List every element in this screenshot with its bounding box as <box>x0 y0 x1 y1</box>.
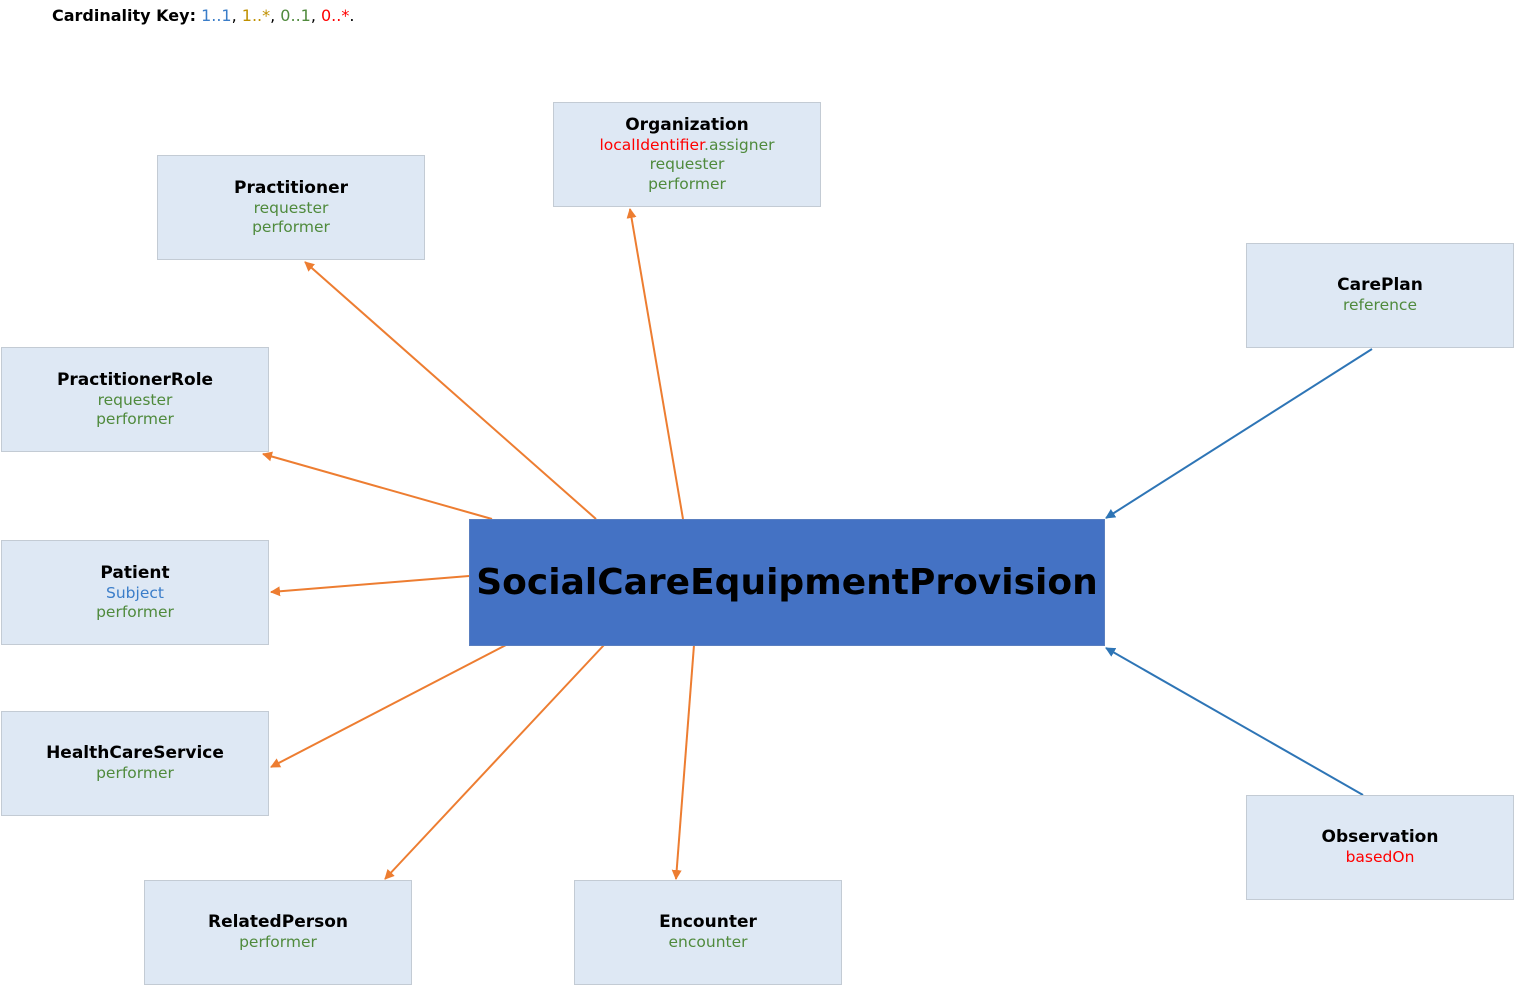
reference-element: requester <box>649 155 725 174</box>
resource-title: HealthCareService <box>46 743 224 764</box>
resource-box-observation[interactable]: Observation basedOn <box>1246 795 1514 900</box>
reference-line: performer <box>239 933 317 953</box>
reference-element: performer <box>648 174 726 193</box>
reference-element: basedOn <box>1345 848 1415 867</box>
reference-element: requester <box>253 198 329 217</box>
reference-element: performer <box>252 218 330 236</box>
resource-title: Patient <box>100 562 170 583</box>
arrow-to-patient <box>270 575 470 597</box>
resource-title: RelatedPerson <box>207 912 349 933</box>
arrow-to-practitionerrole <box>262 451 493 520</box>
reference-element: performer <box>96 603 174 621</box>
resource-box-practitioner[interactable]: Practitioner requester performer <box>157 155 425 260</box>
main-resource-box[interactable]: SocialCareEquipmentProvision <box>469 519 1105 646</box>
resource-box-patient[interactable]: Patient Subject performer <box>1 540 269 645</box>
resource-box-practitionerrole[interactable]: PractitionerRole requester performer <box>1 347 269 452</box>
reference-element: localIdentifier <box>599 135 705 154</box>
arrow-to-healthcareservice <box>270 644 507 768</box>
resource-box-healthcareservice[interactable]: HealthCareService performer <box>1 711 269 816</box>
reference-line: basedOn <box>1346 848 1415 868</box>
reference-line: performer <box>96 764 174 784</box>
arrow-to-practitioner <box>304 261 597 520</box>
resource-box-careplan[interactable]: CarePlan reference <box>1246 243 1514 348</box>
reference-line: requester <box>98 391 173 411</box>
reference-element: Subject <box>106 583 164 602</box>
reference-element: performer <box>96 410 174 428</box>
resource-box-encounter[interactable]: Encounter encounter <box>574 880 842 985</box>
reference-element: reference <box>1342 296 1417 315</box>
resource-title: PractitionerRole <box>56 369 214 390</box>
reference-line: encounter <box>669 933 748 953</box>
reference-element: .assigner <box>704 135 775 154</box>
reference-line: performer <box>96 603 174 623</box>
reference-element: performer <box>96 764 174 783</box>
arrow-to-careplan <box>1105 348 1373 519</box>
reference-line: performer <box>252 218 330 238</box>
reference-line: localIdentifier.assigner <box>600 136 775 156</box>
reference-line: reference <box>1343 296 1417 316</box>
arrow-to-relatedperson <box>384 644 605 880</box>
reference-line: requester <box>650 155 725 175</box>
reference-element: requester <box>97 390 173 409</box>
main-resource-title: SocialCareEquipmentProvision <box>476 562 1098 603</box>
arrow-to-encounter <box>671 644 695 880</box>
reference-element: performer <box>239 933 317 952</box>
resource-title: Observation <box>1321 827 1439 848</box>
resource-title: Encounter <box>659 912 757 933</box>
reference-element: encounter <box>668 933 748 952</box>
reference-line: performer <box>96 410 174 430</box>
resource-title: Organization <box>625 114 749 135</box>
arrow-to-organization <box>626 208 684 520</box>
reference-line: Subject <box>106 584 164 604</box>
resource-title: Practitioner <box>234 177 348 198</box>
resource-box-relatedperson[interactable]: RelatedPerson performer <box>144 880 412 985</box>
reference-line: requester <box>254 199 329 219</box>
resource-title: CarePlan <box>1337 275 1423 296</box>
arrow-to-observation <box>1105 647 1364 796</box>
resource-box-organization[interactable]: Organization localIdentifier.assigner requ… <box>553 102 821 207</box>
reference-line: performer <box>648 175 726 195</box>
